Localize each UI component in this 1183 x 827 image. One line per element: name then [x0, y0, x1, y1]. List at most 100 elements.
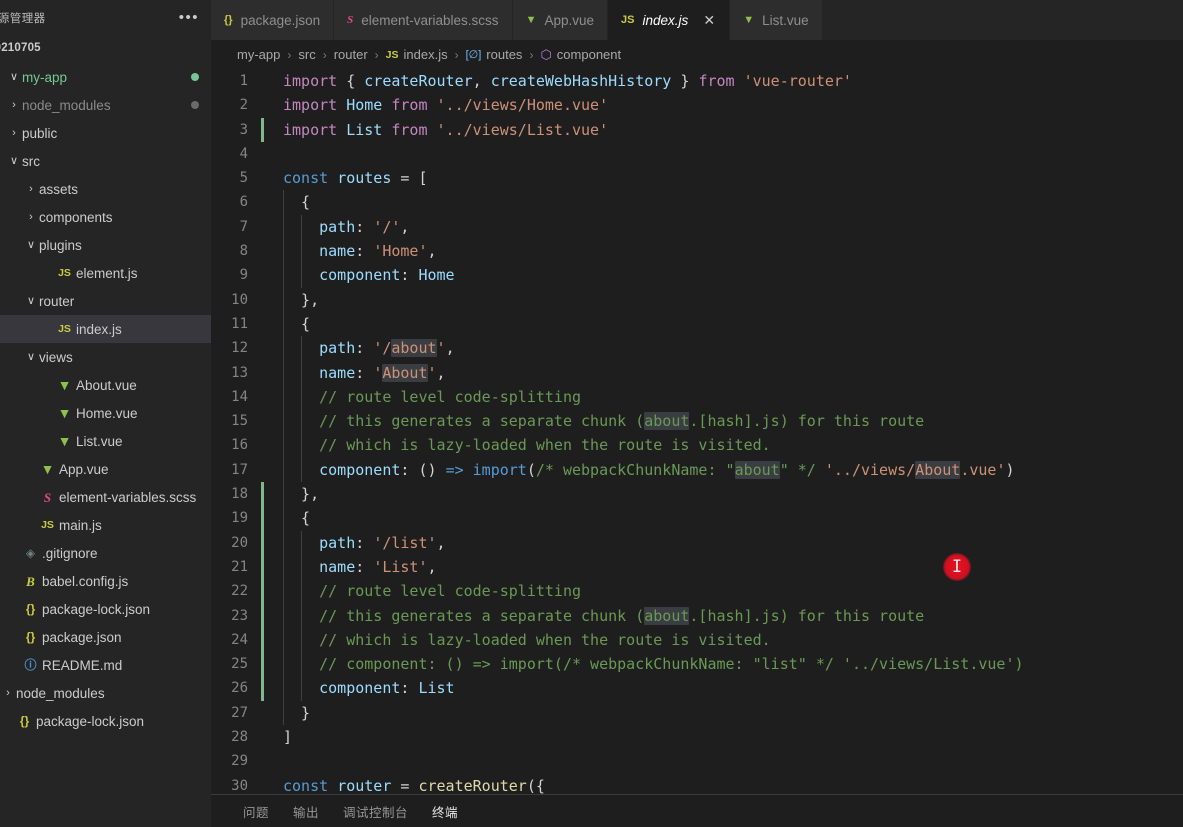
code-line[interactable]: 5 const routes = [	[211, 166, 1183, 190]
code-line[interactable]: 3 import List from '../views/List.vue'	[211, 117, 1183, 142]
code-line[interactable]: 15 // this generates a separate chunk (a…	[211, 409, 1183, 434]
tree-item-node-modules[interactable]: › node_modules	[0, 91, 211, 119]
code-line[interactable]: 22 // route level code-splitting	[211, 579, 1183, 604]
line-number: 16	[231, 437, 248, 454]
code-line[interactable]: 27 }	[211, 700, 1183, 726]
tree-item-components[interactable]: › components	[0, 203, 211, 231]
chevron-down-icon[interactable]: ∨	[23, 351, 39, 363]
chevron-right-icon[interactable]: ›	[6, 127, 22, 139]
code-line[interactable]: 20 path: '/list',	[211, 530, 1183, 555]
code-line[interactable]: 18 },	[211, 482, 1183, 507]
tree-item-package-lock-json[interactable]: {} package-lock.json	[0, 595, 211, 623]
chevron-down-icon[interactable]: ∨	[23, 239, 39, 251]
panel-tab-3[interactable]: 终端	[420, 802, 470, 821]
chevron-right-icon[interactable]: ›	[23, 211, 39, 223]
editor-tab-list-vue[interactable]: ▼ List.vue	[730, 0, 823, 40]
breadcrumb-separator-icon: ›	[374, 47, 379, 62]
code-line[interactable]: 10 },	[211, 287, 1183, 312]
code-line[interactable]: 16 // which is lazy-loaded when the rout…	[211, 433, 1183, 458]
breadcrumb-item-component[interactable]: ⬡ component	[540, 47, 621, 63]
tree-item-views[interactable]: ∨ views	[0, 343, 211, 371]
breadcrumb-item-src[interactable]: src	[298, 47, 315, 62]
code-line[interactable]: 13 name: 'About',	[211, 360, 1183, 385]
tree-item-index-js[interactable]: JS index.js	[0, 315, 211, 343]
tree-item-main-js[interactable]: JS main.js	[0, 511, 211, 539]
chevron-right-icon[interactable]: ›	[23, 183, 39, 195]
code-content[interactable]: 1 import { createRouter, createWebHashHis…	[211, 69, 1183, 794]
code-line[interactable]: 19 {	[211, 506, 1183, 531]
code-token: ,	[436, 533, 446, 552]
chevron-right-icon[interactable]: ›	[6, 99, 22, 111]
breadcrumb-item-router[interactable]: router	[334, 47, 368, 62]
breadcrumb-item-my-app[interactable]: my-app	[237, 47, 280, 62]
panel-tab-0[interactable]: 问题	[231, 802, 281, 821]
tree-item-node-modules[interactable]: › node_modules	[0, 679, 211, 707]
line-number: 14	[231, 388, 248, 405]
code-line[interactable]: 28]	[211, 725, 1183, 749]
code-token: import	[283, 72, 347, 90]
tree-item-element-js[interactable]: JS element.js	[0, 259, 211, 287]
editor-tab-app-vue[interactable]: ▼ App.vue	[512, 0, 608, 40]
more-actions-icon[interactable]: •••	[179, 10, 199, 25]
tree-item-list-vue[interactable]: ▼ List.vue	[0, 427, 211, 455]
tree-item-my-app[interactable]: ∨ my-app	[0, 63, 211, 91]
tree-item-router[interactable]: ∨ router	[0, 287, 211, 315]
code-line[interactable]: 8 name: 'Home',	[211, 239, 1183, 264]
code-text: },	[264, 482, 319, 507]
tree-item-src[interactable]: ∨ src	[0, 147, 211, 175]
close-tab-icon[interactable]: ✕	[702, 13, 716, 27]
tree-item-package-lock-json[interactable]: {} package-lock.json	[0, 707, 211, 735]
editor-tab-element-variables-scss[interactable]: Selement-variables.scss	[334, 0, 513, 40]
editor-tab-package-json[interactable]: {} package.json	[211, 0, 335, 40]
code-line[interactable]: 12 path: '/about',	[211, 336, 1183, 361]
tree-item-plugins[interactable]: ∨ plugins	[0, 231, 211, 259]
tree-item-label: App.vue	[59, 461, 109, 477]
code-line[interactable]: 4	[211, 142, 1183, 166]
tree-item-gitignore[interactable]: ◈ .gitignore	[0, 539, 211, 567]
code-line[interactable]: 2 import Home from '../views/Home.vue'	[211, 93, 1183, 117]
chevron-right-icon[interactable]: ›	[0, 687, 16, 699]
tree-item-home-vue[interactable]: ▼ Home.vue	[0, 399, 211, 427]
tree-item-element-variables-scss[interactable]: Selement-variables.scss	[0, 483, 211, 511]
breadcrumb-item-index-js[interactable]: JS index.js	[386, 47, 448, 62]
panel-tab-2[interactable]: 调试控制台	[331, 802, 420, 821]
code-line[interactable]: 1 import { createRouter, createWebHashHis…	[211, 69, 1183, 93]
tree-item-babel-config-js[interactable]: Bbabel.config.js	[0, 567, 211, 595]
tree-item-app-vue[interactable]: ▼ App.vue	[0, 455, 211, 483]
tree-item-about-vue[interactable]: ▼ About.vue	[0, 371, 211, 399]
code-line[interactable]: 29	[211, 749, 1183, 773]
code-token: createRouter	[418, 776, 527, 794]
code-line[interactable]: 23 // this generates a separate chunk (a…	[211, 603, 1183, 628]
code-line[interactable]: 25 // component: () => import(/* webpack…	[211, 652, 1183, 677]
tree-item-readme-md[interactable]: ⓘ README.md	[0, 651, 211, 679]
code-token: {	[283, 509, 311, 528]
code-line[interactable]: 24 // which is lazy-loaded when the rout…	[211, 627, 1183, 653]
chevron-down-icon[interactable]: ∨	[23, 295, 39, 307]
chevron-down-icon[interactable]: ∨	[6, 155, 22, 167]
code-editor[interactable]: 1 import { createRouter, createWebHashHis…	[211, 69, 1183, 794]
chevron-down-icon[interactable]: ∨	[6, 71, 22, 83]
code-line[interactable]: 14 // route level code-splitting	[211, 384, 1183, 410]
tree-item-package-json[interactable]: {} package.json	[0, 623, 211, 651]
code-line[interactable]: 17 component: () => import(/* webpackChu…	[211, 457, 1183, 483]
code-line[interactable]: 26 component: List	[211, 676, 1183, 701]
indent-guide	[283, 603, 284, 628]
vue-file-icon: ▼	[525, 13, 537, 26]
tree-item-public[interactable]: › public	[0, 119, 211, 147]
code-line[interactable]: 21 name: 'List',	[211, 554, 1183, 580]
line-number: 5	[239, 170, 248, 187]
breadcrumb-item-routes[interactable]: [∅] routes	[466, 47, 523, 62]
tree-item-assets[interactable]: › assets	[0, 175, 211, 203]
workspace-folder-label[interactable]: 20210705	[0, 35, 211, 60]
code-token: about	[644, 606, 690, 625]
panel-tab-1[interactable]: 输出	[281, 802, 331, 821]
code-line[interactable]: 30 const router = createRouter({	[211, 774, 1183, 794]
code-line[interactable]: 9 component: Home	[211, 263, 1183, 288]
breadcrumb-separator-icon: ›	[529, 47, 534, 62]
line-number: 20	[231, 534, 248, 551]
code-line[interactable]: 6 {	[211, 190, 1183, 215]
code-line[interactable]: 7 path: '/',	[211, 214, 1183, 240]
code-token: (	[526, 460, 536, 479]
editor-tab-index-js[interactable]: JS index.js ✕	[608, 0, 731, 40]
code-line[interactable]: 11 {	[211, 311, 1183, 337]
